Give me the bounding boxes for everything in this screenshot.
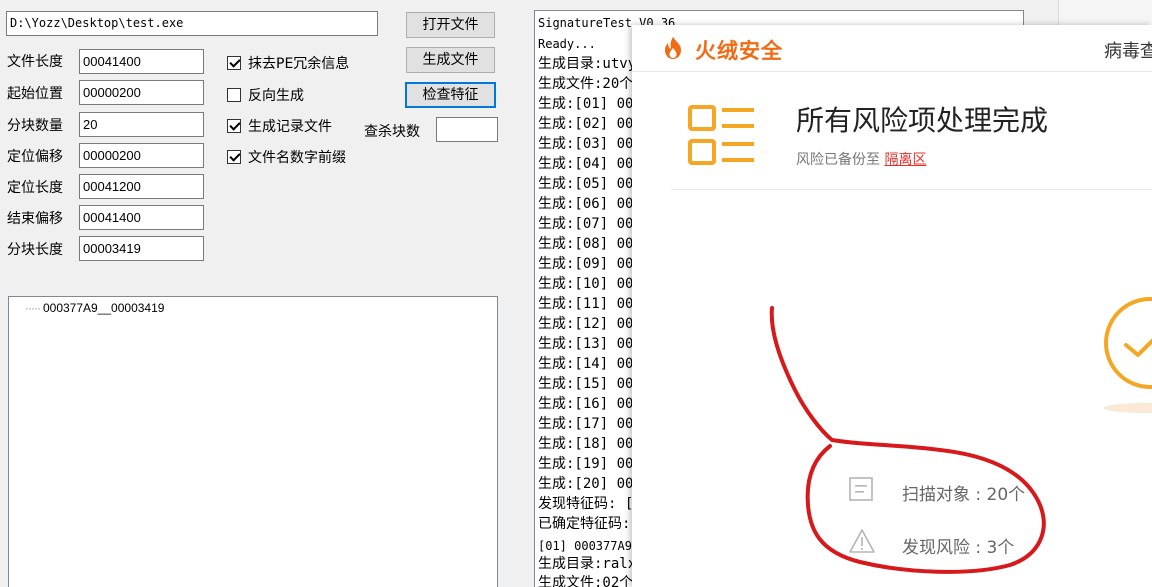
log-line: 生成:[15] 000 [538,376,642,392]
checkbox-checked-icon [227,150,241,164]
locate-length-input[interactable]: 00041200 [79,174,204,199]
log-line: 生成:[20] 000 [538,476,642,492]
result-subtitle: 风险已备份至 隔离区 [796,149,926,169]
scan-count-stat: 扫描对象 : 20个 [902,485,1026,505]
log-line: 生成目录:utvy [538,56,637,72]
log-line: 生成:[04] 000 [538,156,642,172]
result-tree[interactable]: ····· 000377A9__00003419 [8,296,498,587]
log-line: 生成:[07] 000 [538,216,642,232]
log-line: 生成:[06] 000 [538,196,642,212]
reverse-generate-checkbox[interactable]: 反向生成 [227,85,304,105]
log-line: 生成:[09] 000 [538,256,642,272]
huorong-result-window: 火绒安全 病毒查 所有风险项处理完成 风险已备份至 隔离区 扫描对象 : 20个… [632,25,1152,587]
open-file-button[interactable]: 打开文件 [406,12,495,38]
checkbox-unchecked-icon [227,88,241,102]
warning-icon [849,529,875,553]
log-line: [01] 000377A9 [538,539,632,553]
huorong-flame-icon [665,37,681,59]
number-prefix-checkbox[interactable]: 文件名数字前缀 [227,147,346,167]
divider [671,189,1152,190]
log-line: 生成:[02] 000 [538,116,642,132]
file-path-input[interactable]: D:\Yozz\Desktop\test.exe [6,11,378,36]
end-offset-input[interactable]: 00041400 [79,205,204,230]
strip-pe-checkbox[interactable]: 抹去PE冗余信息 [227,53,349,73]
tree-connector-icon: ····· [25,301,41,315]
file-length-input[interactable]: 00041400 [79,49,204,74]
log-line: 生成目录:ralx [538,556,637,572]
record-file-checkbox[interactable]: 生成记录文件 [227,116,332,136]
risk-count-stat: 发现风险 : 3个 [902,538,1015,558]
kill-block-count-input[interactable] [436,117,498,142]
tree-item[interactable]: ····· 000377A9__00003419 [25,301,164,315]
header-virus-tab[interactable]: 病毒查 [1104,37,1152,63]
log-line: 生成:[05] 000 [538,176,642,192]
document-icon [849,477,873,501]
quarantine-link[interactable]: 隔离区 [884,152,926,168]
brand-title: 火绒安全 [695,39,783,63]
block-length-label: 分块长度 [7,242,63,258]
checkbox-checked-icon [227,119,241,133]
result-title: 所有风险项处理完成 [796,104,1049,137]
file-length-label: 文件长度 [7,54,63,70]
start-position-input[interactable]: 00000200 [79,80,204,105]
checkbox-checked-icon [227,56,241,70]
generate-file-button[interactable]: 生成文件 [406,47,495,73]
success-shadow [1104,403,1152,413]
log-line: Ready... [538,37,596,51]
log-line: 生成:[18] 000 [538,436,642,452]
locate-length-label: 定位长度 [7,180,63,196]
tree-item-label: 000377A9__00003419 [42,301,165,315]
risk-list-icon [688,105,754,165]
log-line: 生成:[11] 000 [538,296,642,312]
start-position-label: 起始位置 [7,86,63,102]
kill-block-count-label: 查杀块数 [364,124,420,140]
log-line: 生成:[16] 000 [538,396,642,412]
log-line: 发现特征码: [ [538,496,634,512]
log-line: 生成文件:20个 [538,76,634,92]
log-line: 生成:[10] 000 [538,276,642,292]
log-line: 生成:[08] 000 [538,236,642,252]
end-offset-label: 结束偏移 [7,211,63,227]
log-line: 生成:[14] 000 [538,356,642,372]
reverse-generate-label: 反向生成 [248,88,304,104]
log-line: 生成:[12] 000 [538,316,642,332]
block-count-label: 分块数量 [7,118,63,134]
locate-offset-label: 定位偏移 [7,149,63,165]
log-line: 生成:[13] 000 [538,336,642,352]
log-line: 生成:[19] 000 [538,456,642,472]
success-check-icon [1104,297,1152,389]
log-line: 生成:[01] 000 [538,96,642,112]
backup-text: 风险已备份至 [796,152,885,168]
log-line: 生成:[17] 000 [538,416,642,432]
popup-header: 火绒安全 病毒查 [632,25,1152,72]
number-prefix-label: 文件名数字前缀 [248,150,346,166]
strip-pe-label: 抹去PE冗余信息 [248,56,350,72]
block-count-input[interactable]: 20 [79,112,204,137]
record-file-label: 生成记录文件 [248,119,332,135]
locate-offset-input[interactable]: 00000200 [79,143,204,168]
log-line: 生成:[03] 000 [538,136,642,152]
log-line: 已确定特征码: [538,516,631,532]
check-signature-button[interactable]: 检查特征 [405,82,496,108]
log-line: 生成文件:02个 [538,575,634,587]
block-length-input[interactable]: 00003419 [79,236,204,261]
